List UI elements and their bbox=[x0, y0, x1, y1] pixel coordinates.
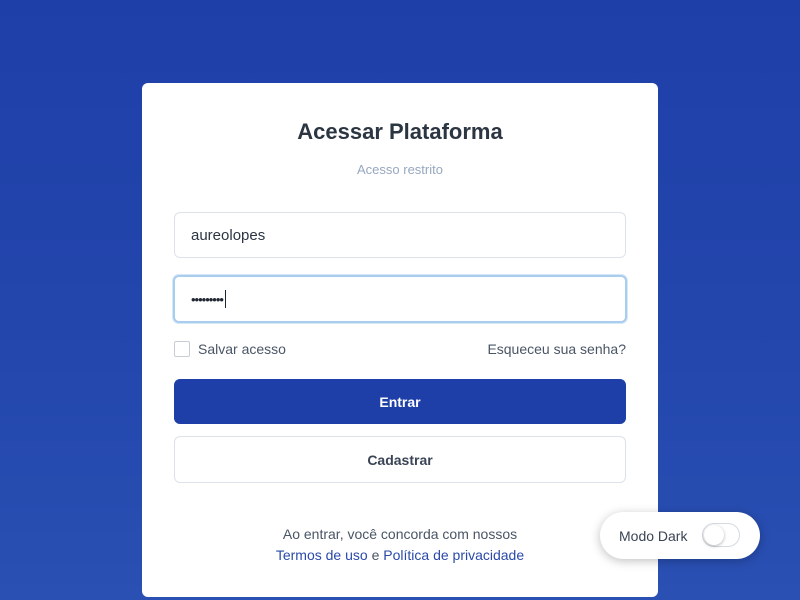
remember-label: Salvar acesso bbox=[198, 341, 286, 357]
toggle-knob bbox=[704, 525, 724, 545]
terms-of-use-link[interactable]: Termos de uso bbox=[276, 547, 368, 563]
password-value: ••••••••• bbox=[191, 291, 224, 307]
terms-conjunction: e bbox=[367, 547, 384, 563]
username-field[interactable]: aureolopes bbox=[174, 212, 626, 258]
remember-checkbox[interactable] bbox=[174, 341, 190, 357]
dark-mode-widget: Modo Dark bbox=[600, 512, 760, 559]
login-card bbox=[142, 83, 658, 597]
privacy-policy-link[interactable]: Política de privacidade bbox=[383, 547, 524, 563]
text-cursor bbox=[224, 290, 226, 308]
forgot-password-link[interactable]: Esqueceu sua senha? bbox=[487, 341, 626, 357]
page-subtitle: Acesso restrito bbox=[357, 162, 443, 177]
username-value: aureolopes bbox=[191, 226, 266, 244]
dark-mode-label: Modo Dark bbox=[619, 527, 688, 544]
page-title: Acessar Plataforma bbox=[297, 119, 503, 144]
remember-checkbox-row[interactable]: Salvar acesso bbox=[174, 341, 286, 357]
login-button[interactable]: Entrar bbox=[174, 379, 626, 424]
dark-mode-toggle[interactable] bbox=[702, 523, 740, 547]
password-field[interactable]: ••••••••• bbox=[173, 275, 627, 323]
register-button[interactable]: Cadastrar bbox=[174, 436, 626, 483]
